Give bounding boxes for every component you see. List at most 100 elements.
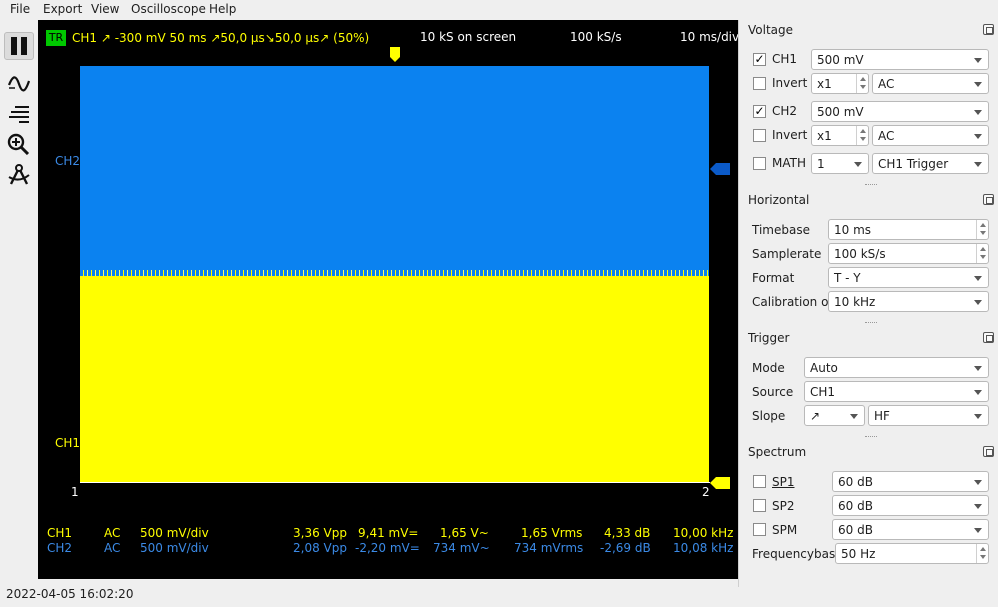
invert1-checkbox[interactable] (753, 77, 766, 90)
menu-file[interactable]: File (10, 2, 30, 16)
ch2-checkbox[interactable]: ✓ (753, 105, 766, 118)
ch2-coupling-value: AC (878, 129, 895, 143)
sp1-label: SP1 (772, 475, 795, 489)
ch2-coupling-select[interactable]: AC (872, 125, 989, 146)
samplerate-spinbox[interactable]: 100 kS/s (828, 243, 989, 264)
frequencybase-value: 50 Hz (841, 547, 876, 561)
trigger-float-button[interactable] (983, 332, 994, 343)
spm-magnitude-select[interactable]: 60 dB (832, 519, 989, 540)
waveform-icon (7, 76, 31, 92)
format-select[interactable]: T - Y (828, 267, 989, 288)
trigger-slope-select[interactable]: ↗ (804, 405, 865, 426)
math-source-value: CH1 Trigger (878, 157, 949, 171)
meas-coupling: AC (104, 526, 121, 540)
waveform-button[interactable] (4, 70, 34, 98)
samples-on-screen: 10 kS on screen (420, 30, 517, 44)
spectrum-float-button[interactable] (983, 446, 994, 457)
math-source-select[interactable]: CH1 Trigger (872, 153, 989, 174)
pause-button[interactable] (4, 32, 34, 60)
sp1-checkbox[interactable] (753, 475, 766, 488)
ch2-offset-marker[interactable] (710, 163, 730, 175)
trigger-position-marker[interactable] (389, 47, 401, 63)
scope-display[interactable]: TR CH1 ↗ -300 mV 50 ms ↗50,0 µs↘50,0 µs↗… (38, 20, 739, 579)
math-checkbox[interactable] (753, 157, 766, 170)
ch1-coupling-value: AC (878, 77, 895, 91)
menu-help[interactable]: Help (209, 2, 236, 16)
ch2-gain-select[interactable]: 500 mV (811, 101, 989, 122)
horizontal-float-button[interactable] (983, 194, 994, 205)
trigger-mode-select[interactable]: Auto (804, 357, 989, 378)
timebase-value: 10 ms (834, 223, 872, 237)
timebase-spinbox[interactable]: 10 ms (828, 219, 989, 240)
menu-view[interactable]: View (91, 2, 119, 16)
calibration-value: 10 kHz (834, 295, 876, 309)
zoom-button[interactable] (4, 130, 34, 158)
ch1-trace (80, 274, 709, 482)
trigger-mode-value: Auto (810, 361, 838, 375)
trigger-filter-value: HF (874, 409, 890, 423)
meas-rms: 1,65 Vrms (521, 526, 583, 540)
ch2-probe-spinbox[interactable]: x1 (811, 125, 869, 146)
measure-icon (8, 164, 30, 185)
trigger-resize-grip[interactable] (865, 436, 877, 438)
scope-baseline (80, 482, 710, 483)
meas-db: 4,33 dB (604, 526, 651, 540)
meas-ac: 734 mV~ (433, 541, 490, 555)
ch2-level-label: CH2 (55, 154, 81, 168)
meas-ac: 1,65 V~ (440, 526, 489, 540)
horizontal-section-title: Horizontal (748, 193, 810, 207)
horizontal-resize-grip[interactable] (865, 322, 877, 324)
measure-button[interactable] (4, 160, 34, 188)
meas-coupling: AC (104, 541, 121, 555)
meas-freq: 10,08 kHz (673, 541, 734, 555)
sp2-magnitude-select[interactable]: 60 dB (832, 495, 989, 516)
ch1-probe-spinbox[interactable]: x1 (811, 73, 869, 94)
menu-oscilloscope[interactable]: Oscilloscope (131, 2, 206, 16)
voltage-resize-grip[interactable] (865, 184, 877, 186)
trigger-status-badge: TR (46, 30, 66, 46)
spectrum-section-title: Spectrum (748, 445, 807, 459)
meas-vpp: 2,08 Vpp (293, 541, 347, 555)
sp1-magnitude-value: 60 dB (838, 475, 873, 489)
trigger-filter-select[interactable]: HF (868, 405, 989, 426)
trigger-source-select[interactable]: CH1 (804, 381, 989, 402)
cursor-lines-button[interactable] (4, 100, 34, 128)
frequencybase-label: Frequencybase (752, 547, 843, 561)
frequencybase-spinbox[interactable]: 50 Hz (835, 543, 989, 564)
voltage-section-title: Voltage (748, 23, 794, 37)
invert2-checkbox[interactable] (753, 129, 766, 142)
math-mode-value: 1 (817, 157, 825, 171)
ch1-label: CH1 (772, 52, 798, 66)
meas-gain: 500 mV/div (140, 541, 209, 555)
meas-dc: 9,41 mV= (358, 526, 419, 540)
cursor-lines-icon (9, 106, 29, 123)
voltage-float-button[interactable] (983, 24, 994, 35)
trigger-level-marker[interactable] (710, 477, 730, 489)
samplerate-value: 100 kS/s (834, 247, 886, 261)
format-value: T - Y (834, 271, 861, 285)
left-toolbar (0, 20, 38, 580)
meas-rms: 734 mVrms (514, 541, 584, 555)
ch2-probe-value: x1 (817, 129, 832, 143)
calibration-select[interactable]: 10 kHz (828, 291, 989, 312)
sp2-checkbox[interactable] (753, 499, 766, 512)
spm-checkbox[interactable] (753, 523, 766, 536)
menu-export[interactable]: Export (43, 2, 82, 16)
ch1-gain-value: 500 mV (817, 53, 864, 67)
math-mode-select[interactable]: 1 (811, 153, 869, 174)
meas-freq: 10,00 kHz (673, 526, 734, 540)
format-label: Format (752, 271, 795, 285)
trigger-slope-value: ↗ (810, 409, 821, 423)
sp2-magnitude-value: 60 dB (838, 499, 873, 513)
ch2-trace (80, 66, 709, 274)
posttrigger-marker-label: 2 (702, 485, 710, 499)
zoom-icon (7, 133, 30, 155)
sp1-magnitude-select[interactable]: 60 dB (832, 471, 989, 492)
meas-vpp: 3,36 Vpp (293, 526, 347, 540)
ch1-checkbox[interactable]: ✓ (753, 53, 766, 66)
ch1-coupling-select[interactable]: AC (872, 73, 989, 94)
trigger-source-value: CH1 (810, 385, 836, 399)
ch1-gain-select[interactable]: 500 mV (811, 49, 989, 70)
invert2-label: Invert (772, 128, 808, 142)
meas-channel: CH2 (47, 541, 73, 555)
